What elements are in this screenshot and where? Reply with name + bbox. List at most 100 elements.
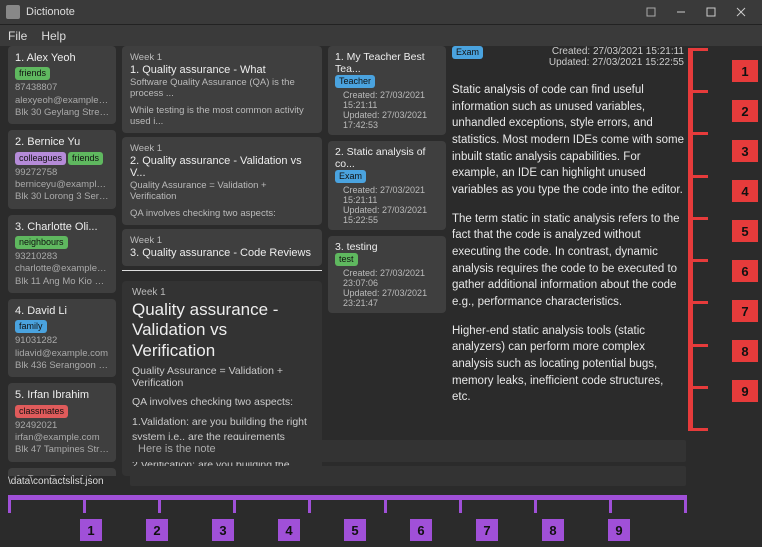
note-snippet: Quality Assurance = Validation + Verific… (130, 180, 314, 202)
contact-address: Blk 30 Lorong 3 Seran... (15, 191, 109, 203)
contact-card[interactable]: 1. Alex Yeoh friends 87438807alexyeoh@exam… (8, 46, 116, 124)
ruler-number: 5 (344, 519, 366, 541)
event-created: Created: 27/03/2021 23:07:06 (335, 268, 439, 288)
titlebar: Dictionote (0, 0, 762, 24)
ruler-number: 2 (146, 519, 168, 541)
app-icon (6, 5, 20, 19)
ruler-number: 5 (732, 220, 758, 242)
contact-tag: classmates (15, 405, 68, 418)
note-title: 1. Quality assurance - What (130, 64, 314, 76)
contact-email: berniceyu@example.c... (15, 179, 109, 191)
menu-help[interactable]: Help (41, 29, 66, 43)
note-week: Week 1 (130, 235, 314, 246)
note-heading: Quality assurance - Validation vs Verifi… (132, 300, 312, 361)
close-button[interactable] (726, 1, 756, 23)
contact-tag: friends (68, 152, 103, 165)
events-panel: 1. My Teacher Best Tea...Teacher Created:… (328, 46, 446, 476)
contact-card[interactable]: 6. Roy Balakrish...colleagues92624417roy… (8, 468, 116, 476)
note-list-item[interactable]: Week 13. Quality assurance - Code Review… (122, 229, 322, 266)
note-title: 2. Quality assurance - Validation vs V..… (130, 155, 314, 179)
reader-body: Static analysis of code can find useful … (452, 82, 684, 418)
contact-card[interactable]: 2. Bernice Yu colleaguesfriends 99272758be… (8, 130, 116, 208)
event-title: 1. My Teacher Best Tea... (335, 51, 439, 75)
event-title: 3. testing (335, 241, 439, 253)
note-input-bar[interactable]: Here is the note (130, 440, 686, 462)
contact-card[interactable]: 4. David Lifamily91031282lidavid@example… (8, 299, 116, 377)
event-card[interactable]: 3. testingtest Created: 27/03/2021 23:07:… (328, 236, 446, 313)
reader-paragraph: Higher-end static analysis tools (static… (452, 323, 684, 406)
contact-phone: 87438807 (15, 82, 109, 94)
ruler-number: 2 (732, 100, 758, 122)
ruler-number: 4 (732, 180, 758, 202)
contact-email: charlotte@example.c... (15, 263, 109, 275)
window-button-unknown[interactable] (636, 1, 666, 23)
note-snippet: While testing is the most common activit… (130, 105, 314, 127)
reader-tag: Exam (452, 46, 483, 59)
reader-paragraph: The term static in static analysis refer… (452, 211, 684, 311)
contact-tag: friends (15, 67, 50, 80)
contact-phone: 99272758 (15, 167, 109, 179)
ruler-number: 9 (608, 519, 630, 541)
menu-file[interactable]: File (8, 29, 27, 43)
contacts-panel: 1. Alex Yeoh friends 87438807alexyeoh@exam… (8, 46, 116, 476)
ruler-number: 3 (212, 519, 234, 541)
ruler-number: 3 (732, 140, 758, 162)
contact-name: 1. Alex Yeoh (15, 51, 109, 65)
note-list-item[interactable]: Week 11. Quality assurance - WhatSoftwar… (122, 46, 322, 133)
contact-tag: family (15, 320, 47, 333)
contact-name: 3. Charlotte Oli... (15, 220, 109, 234)
contact-name: 2. Bernice Yu (15, 135, 109, 149)
ruler-number: 4 (278, 519, 300, 541)
status-bar: \data\contactslist.json (0, 476, 690, 490)
contact-card[interactable]: 3. Charlotte Oli...neighbours93210283cha… (8, 215, 116, 293)
contact-phone: 91031282 (15, 335, 109, 347)
contact-address: Blk 47 Tampines Stree... (15, 444, 109, 456)
event-card[interactable]: 1. My Teacher Best Tea...Teacher Created:… (328, 46, 446, 135)
contact-phone: 92492021 (15, 420, 109, 432)
reader-paragraph: Static analysis of code can find useful … (452, 82, 684, 199)
note-title: 3. Quality assurance - Code Reviews (130, 247, 314, 259)
note-week: Week 1 (132, 287, 312, 298)
contact-address: Blk 30 Geylang Street... (15, 107, 109, 119)
event-updated: Updated: 27/03/2021 23:21:47 (335, 288, 439, 308)
note-paragraph: QA involves checking two aspects: (132, 395, 312, 409)
contact-email: alexyeoh@example.c... (15, 95, 109, 107)
contact-email: lidavid@example.com (15, 348, 109, 360)
app-title: Dictionote (26, 6, 75, 18)
reader-updated: Updated: 27/03/2021 15:22:55 (549, 57, 684, 68)
ruler-number: 6 (410, 519, 432, 541)
ruler-number: 8 (542, 519, 564, 541)
event-tag: test (335, 253, 358, 266)
contact-phone: 93210283 (15, 251, 109, 263)
ruler-number: 9 (732, 380, 758, 402)
ruler-number: 6 (732, 260, 758, 282)
ruler-bottom-numbers: 1 2 3 4 5 6 7 8 9 (58, 519, 652, 547)
minimize-button[interactable] (666, 1, 696, 23)
event-created: Created: 27/03/2021 15:21:11 (335, 185, 439, 205)
reader-created: Created: 27/03/2021 15:21:11 (549, 46, 684, 57)
event-updated: Updated: 27/03/2021 17:42:53 (335, 110, 439, 130)
ruler-number: 8 (732, 340, 758, 362)
contact-tag: colleagues (15, 152, 66, 165)
note-list-item[interactable]: Week 12. Quality assurance - Validation … (122, 137, 322, 225)
note-week: Week 1 (130, 143, 314, 154)
event-created: Created: 27/03/2021 15:21:11 (335, 90, 439, 110)
ruler-number: 7 (732, 300, 758, 322)
note-snippet: QA involves checking two aspects: (130, 208, 314, 219)
contact-name: 5. Irfan Ibrahim (15, 388, 109, 402)
contact-address: Blk 11 Ang Mo Kio St... (15, 276, 109, 288)
notes-panel: Week 11. Quality assurance - WhatSoftwar… (122, 46, 322, 476)
contact-email: irfan@example.com (15, 432, 109, 444)
maximize-button[interactable] (696, 1, 726, 23)
event-tag: Exam (335, 170, 366, 183)
ruler-right-numbers: 123456789 (732, 60, 758, 402)
event-title: 2. Static analysis of co... (335, 146, 439, 170)
ruler-right (688, 48, 708, 428)
ruler-bottom (8, 495, 684, 513)
ruler-number: 7 (476, 519, 498, 541)
event-tag: Teacher (335, 75, 375, 88)
event-card[interactable]: 2. Static analysis of co...Exam Created: … (328, 141, 446, 230)
ruler-number: 1 (80, 519, 102, 541)
main-area: 1. Alex Yeoh friends 87438807alexyeoh@exam… (0, 46, 690, 476)
contact-card[interactable]: 5. Irfan Ibrahim classmates 92492021irfan@… (8, 383, 116, 461)
